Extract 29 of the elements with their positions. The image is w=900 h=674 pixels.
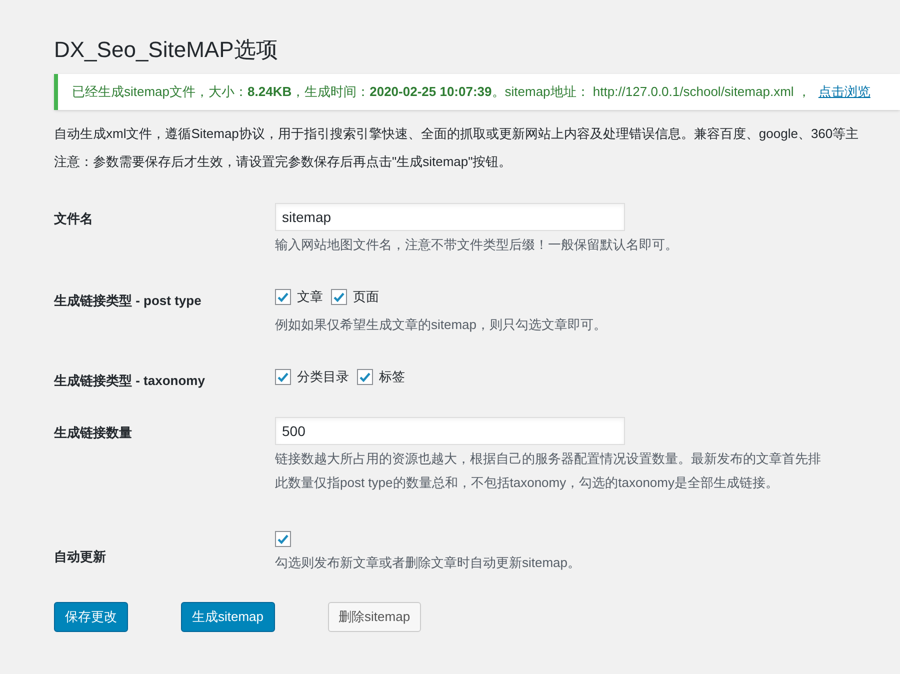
checkbox[interactable]	[357, 369, 373, 385]
checkbox[interactable]	[275, 531, 291, 547]
checkbox-label: 分类目录	[297, 368, 349, 386]
checkbox-label: 文章	[297, 288, 323, 306]
help-text: 此数量仅指post type的数量总和，不包括taxonomy，勾选的taxonomy是全部生成链接。	[275, 474, 780, 492]
text-field[interactable]: sitemap	[275, 203, 625, 231]
action-button[interactable]: 删除sitemap	[328, 602, 422, 632]
field-label: 生成链接类型 - taxonomy	[54, 372, 206, 390]
checkbox[interactable]	[275, 289, 291, 305]
text-field[interactable]: 500	[275, 417, 625, 445]
help-text: 例如如果仅希望生成文章的sitemap，则只勾选文章即可。	[275, 316, 607, 334]
description-text: 注意：参数需要保存后才生效，请设置完参数保存后再点击"生成sitemap"按钮。	[54, 153, 513, 171]
field-label: 生成链接类型 - post type	[54, 292, 202, 310]
page-title: DX_Seo_SiteMAP选项	[54, 36, 279, 64]
help-text: 链接数越大所占用的资源也越大，根据自己的服务器配置情况设置数量。最新发布的文章首先排	[275, 450, 821, 468]
notice-message: 已经生成sitemap文件，大小：8.24KB，生成时间：2020-02-25 10:07:39。sitemap地址： http://127.0.0.1/school/sitemap.xml ，	[72, 83, 810, 102]
browse-link[interactable]: 点击浏览	[818, 82, 870, 102]
checkbox[interactable]	[331, 289, 347, 305]
description-text: 自动生成xml文件，遵循Sitemap协议，用于指引搜索引擎快速、全面的抓取或更新网站上内容及处理错误信息。兼容百度、google、360等主	[54, 125, 860, 143]
checkbox-label: 标签	[379, 368, 405, 386]
help-text: 输入网站地图文件名，注意不带文件类型后缀！一般保留默认名即可。	[275, 236, 678, 254]
checkbox-label: 页面	[353, 288, 379, 306]
action-button[interactable]: 保存更改	[54, 602, 128, 632]
field-label: 文件名	[54, 210, 94, 228]
help-text: 勾选则发布新文章或者删除文章时自动更新sitemap。	[275, 554, 581, 572]
checkbox[interactable]	[275, 369, 291, 385]
field-label: 生成链接数量	[54, 424, 133, 442]
field-label: 自动更新	[54, 548, 107, 566]
action-button[interactable]: 生成sitemap	[181, 602, 275, 632]
